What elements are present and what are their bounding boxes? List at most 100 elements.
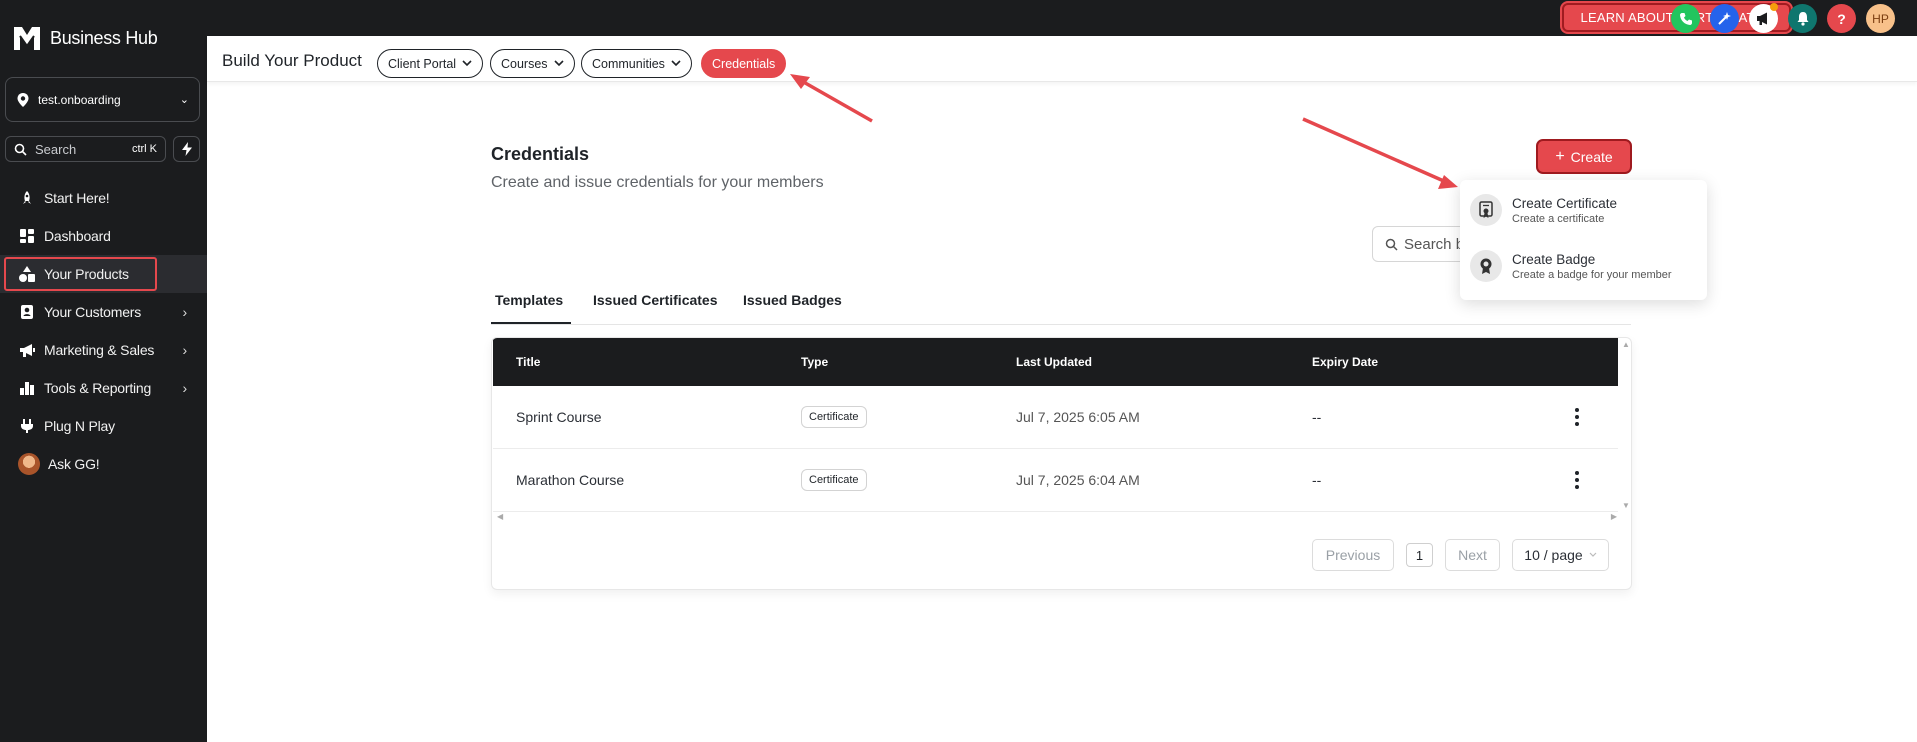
sidebar-item-label: Start Here! xyxy=(44,190,110,206)
page-size-label: 10 / page xyxy=(1524,547,1583,563)
bell-icon[interactable] xyxy=(1788,4,1817,33)
location-name: test.onboarding xyxy=(38,92,121,107)
more-options-icon[interactable] xyxy=(1570,468,1584,492)
type-badge: Certificate xyxy=(801,469,867,491)
cell-title: Marathon Course xyxy=(516,472,625,488)
sidebar-item-label: Tools & Reporting xyxy=(44,380,152,396)
brand[interactable]: Business Hub xyxy=(12,24,158,52)
search-icon xyxy=(1385,238,1398,251)
table-header: Title Type Last Updated Expiry Date xyxy=(493,338,1618,386)
pill-label: Client Portal xyxy=(388,56,457,71)
column-header[interactable]: Last Updated xyxy=(1016,355,1092,369)
top-bar: LEARN ABOUT CERTIFICATES ? HP xyxy=(207,0,1917,36)
megaphone-icon xyxy=(18,341,36,359)
previous-page-button[interactable]: Previous xyxy=(1312,539,1394,571)
plus-icon: + xyxy=(1555,147,1565,165)
sidebar-item-label: Your Customers xyxy=(44,304,142,320)
sidebar-item-marketing-sales[interactable]: Marketing & Sales › xyxy=(0,331,207,369)
option-title: Create Badge xyxy=(1512,251,1596,267)
chevron-right-icon: › xyxy=(182,380,188,396)
announcement-icon[interactable] xyxy=(1749,3,1778,33)
scroll-up-icon[interactable]: ▲ xyxy=(1622,340,1630,349)
contact-icon xyxy=(18,303,36,321)
chevron-down-icon: ⌄ xyxy=(179,94,189,106)
chevron-down-icon xyxy=(553,60,564,67)
sidebar-item-dashboard[interactable]: Dashboard xyxy=(0,217,207,255)
sidebar-search[interactable]: Search ctrl K xyxy=(5,136,166,162)
pill-label: Communities xyxy=(592,56,665,71)
sidebar-item-your-products[interactable]: Your Products xyxy=(0,255,207,293)
sidebar-item-ask-gg[interactable]: Ask GG! xyxy=(0,445,207,483)
tab-communities[interactable]: Communities xyxy=(581,49,692,78)
cell-last-updated: Jul 7, 2025 6:04 AM xyxy=(1016,472,1140,488)
sidebar-item-label: Plug N Play xyxy=(44,418,115,434)
chevron-down-icon xyxy=(671,60,681,67)
location-pin-icon xyxy=(17,92,29,107)
page-subtitle: Create and issue credentials for your me… xyxy=(491,174,824,191)
search-placeholder: Search xyxy=(35,141,77,157)
badge-icon xyxy=(1470,250,1502,282)
search-shortcut: ctrl K xyxy=(131,143,157,155)
sidebar-item-label: Dashboard xyxy=(44,228,111,244)
tab-credentials[interactable]: Credentials xyxy=(701,49,787,78)
table-row[interactable]: Sprint Course Certificate Jul 7, 2025 6:… xyxy=(493,386,1618,449)
more-options-icon[interactable] xyxy=(1570,405,1584,429)
create-button[interactable]: + Create xyxy=(1536,139,1632,174)
chevron-down-icon xyxy=(1589,552,1597,557)
sidebar-item-label: Ask GG! xyxy=(48,456,100,472)
templates-table: Title Type Last Updated Expiry Date Spri… xyxy=(491,337,1632,590)
sidebar-item-tools-reporting[interactable]: Tools & Reporting › xyxy=(0,369,207,407)
user-avatar[interactable]: HP xyxy=(1866,4,1895,33)
tab-client-portal[interactable]: Client Portal xyxy=(377,49,484,78)
create-button-label: Create xyxy=(1570,148,1613,165)
scroll-down-icon[interactable]: ▼ xyxy=(1622,501,1630,510)
table-row[interactable]: Marathon Course Certificate Jul 7, 2025 … xyxy=(493,449,1618,512)
page-size-select[interactable]: 10 / page xyxy=(1512,539,1609,571)
brand-name: Business Hub xyxy=(50,27,158,48)
logo-icon xyxy=(14,27,40,50)
quick-actions-button[interactable] xyxy=(173,136,200,162)
next-page-button[interactable]: Next xyxy=(1445,539,1500,571)
create-dropdown-menu: Create Certificate Create a certificate … xyxy=(1460,180,1707,300)
lightning-icon xyxy=(181,142,192,156)
option-title: Create Certificate xyxy=(1512,195,1618,211)
page-number[interactable]: 1 xyxy=(1406,543,1433,567)
chevron-right-icon: › xyxy=(182,342,188,358)
bar-chart-icon xyxy=(18,379,36,397)
column-header[interactable]: Expiry Date xyxy=(1312,355,1378,369)
sidebar-item-your-customers[interactable]: Your Customers › xyxy=(0,293,207,331)
sidebar-item-start-here[interactable]: Start Here! xyxy=(0,179,207,217)
highlight-box xyxy=(4,257,157,291)
sidebar-nav: Start Here! Dashboard Your Products Your… xyxy=(0,179,207,483)
chevron-down-icon xyxy=(462,60,472,67)
column-header[interactable]: Title xyxy=(516,355,540,369)
phone-icon[interactable] xyxy=(1671,4,1700,33)
cell-expiry: -- xyxy=(1312,472,1322,488)
tab-issued-badges[interactable]: Issued Badges xyxy=(743,292,842,308)
create-certificate-option[interactable]: Create Certificate Create a certificate xyxy=(1470,194,1617,226)
ai-sparkle-icon[interactable] xyxy=(1710,4,1739,33)
location-selector[interactable]: test.onboarding ⌄ xyxy=(5,77,200,122)
type-badge: Certificate xyxy=(801,406,867,428)
column-header[interactable]: Type xyxy=(801,355,828,369)
horizontal-scrollbar[interactable]: ◀ ▶ xyxy=(497,512,1617,522)
tab-issued-certificates[interactable]: Issued Certificates xyxy=(593,292,718,308)
certificate-icon xyxy=(1470,194,1502,226)
create-badge-option[interactable]: Create Badge Create a badge for your mem… xyxy=(1470,250,1672,282)
avatar-icon xyxy=(18,453,40,475)
search-icon xyxy=(14,143,27,156)
help-icon[interactable]: ? xyxy=(1827,4,1856,33)
tab-courses[interactable]: Courses xyxy=(490,49,575,78)
search-placeholder: Search b xyxy=(1404,235,1465,253)
tab-templates[interactable]: Templates xyxy=(495,292,563,308)
sidebar-item-plug-n-play[interactable]: Plug N Play xyxy=(0,407,207,445)
page-title: Credentials xyxy=(491,144,590,164)
product-subheader: Build Your Product Client Portal Courses… xyxy=(207,36,1917,82)
scroll-left-icon[interactable]: ◀ xyxy=(497,512,503,521)
option-description: Create a certificate xyxy=(1512,212,1605,225)
cell-expiry: -- xyxy=(1312,409,1322,425)
cell-title: Sprint Course xyxy=(516,409,602,425)
pill-label: Courses xyxy=(501,56,548,71)
scroll-right-icon[interactable]: ▶ xyxy=(1611,512,1617,521)
sidebar: Business Hub test.onboarding ⌄ Search ct… xyxy=(0,0,207,742)
